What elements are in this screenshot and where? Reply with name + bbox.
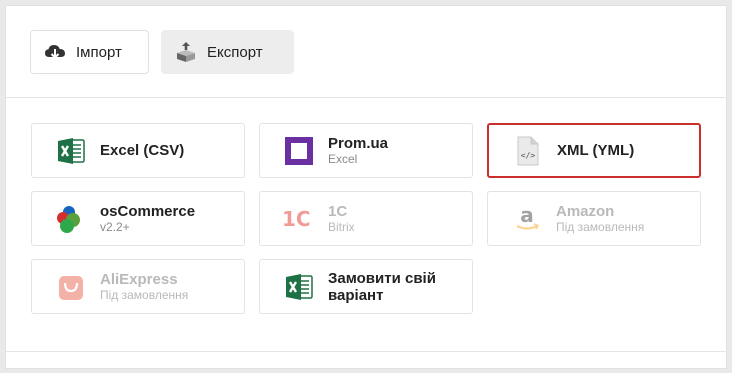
svg-text:1C: 1C: [282, 207, 311, 231]
card-subtitle: Під замовлення: [100, 287, 189, 302]
divider-top: [6, 97, 726, 98]
card-amazon[interactable]: a Amazon Під замовлення: [487, 191, 701, 246]
card-title: Замовити свій варіант: [328, 269, 436, 304]
box-upload-icon: [175, 41, 197, 63]
excel-icon: [54, 134, 88, 168]
svg-text:</>: </>: [521, 151, 536, 160]
tab-export[interactable]: Експорт: [161, 30, 294, 74]
card-title: Prom.ua: [328, 134, 389, 152]
card-subtitle: Excel: [328, 151, 358, 166]
xml-file-icon: </>: [511, 134, 545, 168]
card-prom-ua[interactable]: Prom.ua Excel: [259, 123, 473, 178]
divider-bottom: [6, 351, 726, 352]
tab-import[interactable]: Імпорт: [30, 30, 149, 74]
card-title: Amazon: [556, 202, 615, 220]
card-title: AliExpress: [100, 270, 178, 288]
excel-icon: [282, 270, 316, 304]
card-title: osCommerce: [100, 202, 196, 220]
card-subtitle: v2.2+: [100, 219, 130, 234]
card-title: Excel (CSV): [100, 142, 185, 159]
aliexpress-icon: [54, 270, 88, 304]
card-custom-order[interactable]: Замовити свій варіант: [259, 259, 473, 314]
cloud-download-icon: [44, 41, 66, 63]
card-aliexpress[interactable]: AliExpress Під замовлення: [31, 259, 245, 314]
card-subtitle: Bitrix: [328, 219, 355, 234]
card-1c-bitrix[interactable]: 1C 1C Bitrix: [259, 191, 473, 246]
card-oscommerce[interactable]: osCommerce v2.2+: [31, 191, 245, 246]
amazon-icon: a: [510, 202, 544, 236]
card-title: XML (YML): [557, 142, 635, 159]
card-subtitle: Під замовлення: [556, 219, 645, 234]
card-title: 1C: [328, 202, 348, 220]
card-xml-yml[interactable]: </> XML (YML): [487, 123, 701, 178]
tab-import-label: Імпорт: [76, 43, 122, 61]
card-excel-csv[interactable]: Excel (CSV): [31, 123, 245, 178]
svg-text:a: a: [520, 204, 534, 227]
tab-export-label: Експорт: [207, 43, 263, 61]
prom-icon: [282, 134, 316, 168]
oscommerce-icon: [54, 202, 88, 236]
export-panel: Імпорт Експорт Excel (CSV) Prom.ua Excel…: [5, 5, 727, 369]
1c-icon: 1C: [282, 202, 316, 236]
